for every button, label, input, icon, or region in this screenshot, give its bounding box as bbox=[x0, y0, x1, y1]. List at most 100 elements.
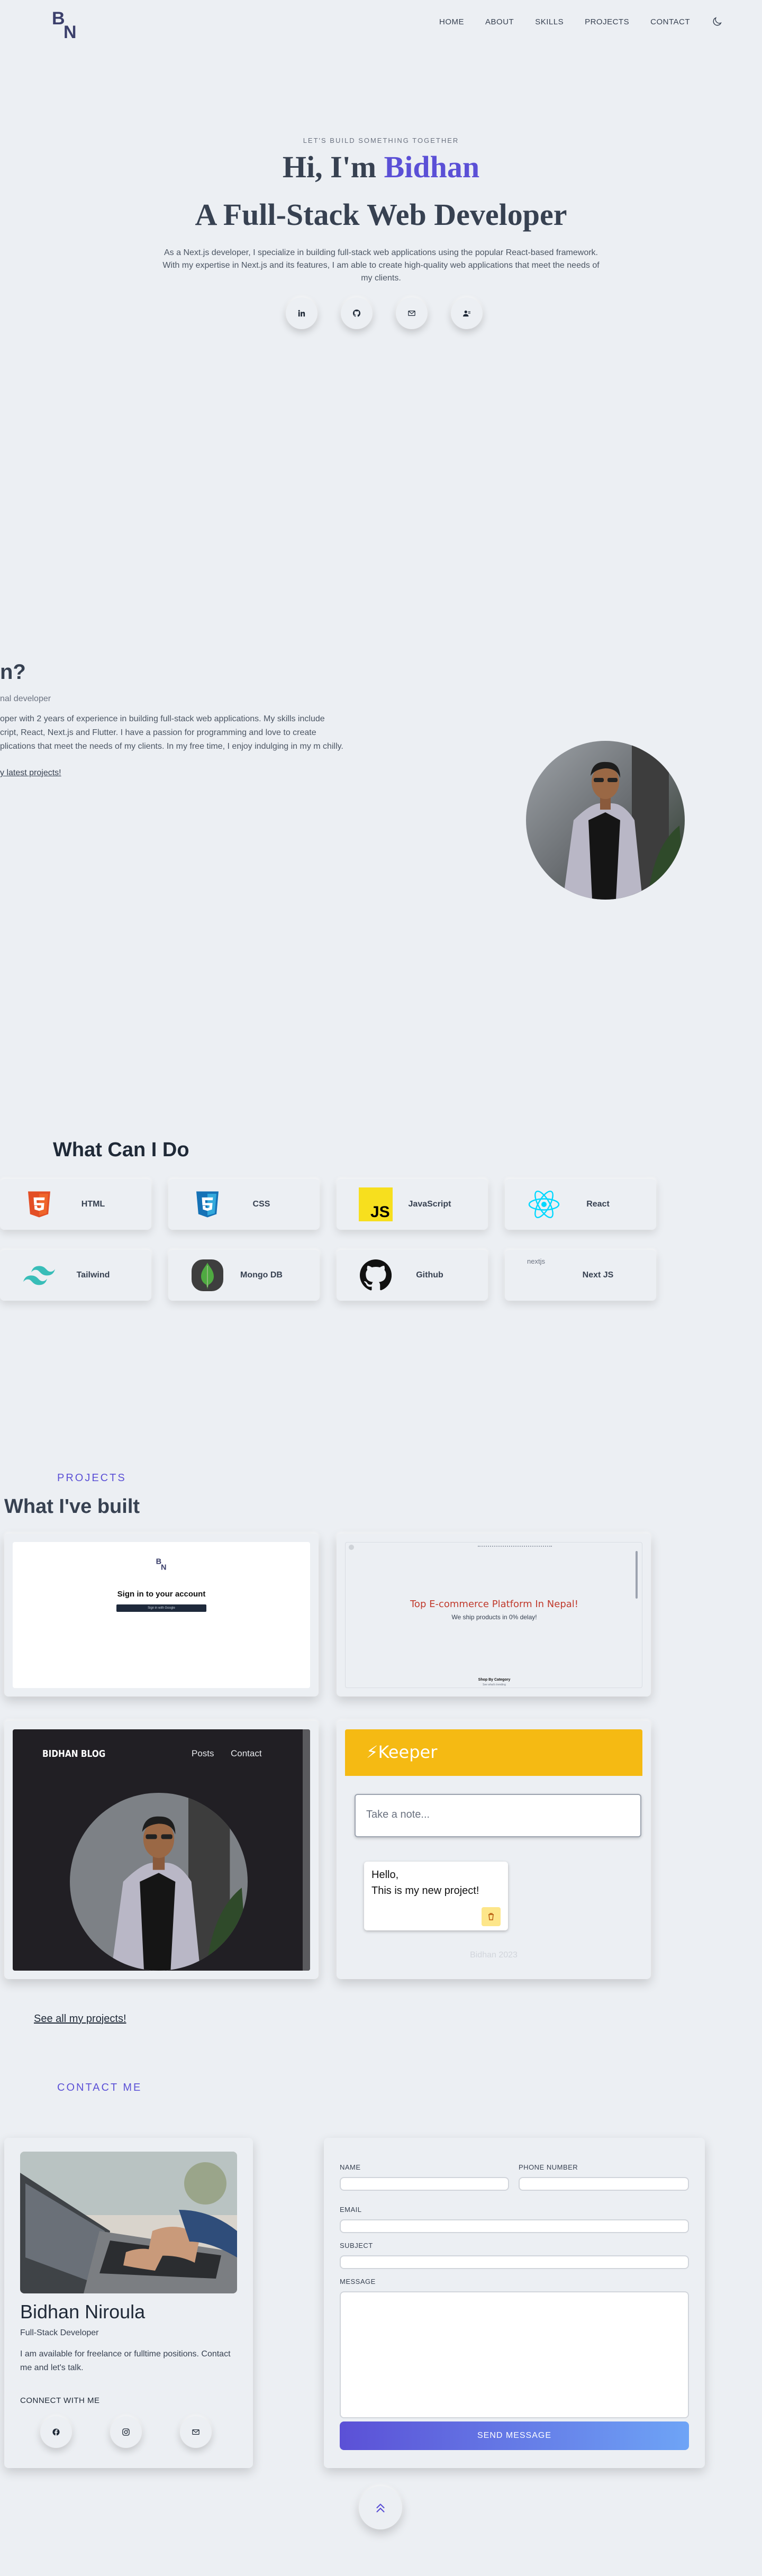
keeper-note-card: Hello, This is my new project! bbox=[364, 1862, 508, 1930]
see-all-projects-link[interactable]: See all my projects! bbox=[34, 2013, 126, 2025]
mongodb-icon bbox=[190, 1258, 224, 1292]
svg-text:N: N bbox=[64, 22, 77, 42]
project-preview: BIDHAN BLOG Posts Contact bbox=[13, 1729, 310, 1971]
scroll-to-top-button[interactable] bbox=[359, 2486, 402, 2529]
contact-form: NAME PHONE NUMBER EMAIL SUBJECT MESSAGE … bbox=[324, 2138, 705, 2468]
instagram-icon bbox=[122, 2428, 130, 2436]
name-label: NAME bbox=[340, 2163, 361, 2171]
message-label: MESSAGE bbox=[340, 2278, 376, 2285]
contact-info-card: Bidhan Niroula Full-Stack Developer I am… bbox=[4, 2138, 253, 2468]
phone-field[interactable] bbox=[519, 2177, 689, 2191]
facebook-button[interactable] bbox=[40, 2416, 72, 2448]
subject-field[interactable] bbox=[340, 2255, 689, 2269]
laptop-photo bbox=[20, 2152, 237, 2293]
nav-projects[interactable]: PROJECTS bbox=[585, 17, 629, 26]
send-message-button[interactable]: SEND MESSAGE bbox=[340, 2421, 689, 2450]
nav-contact[interactable]: CONTACT bbox=[650, 17, 690, 26]
contact-socials bbox=[40, 2416, 212, 2448]
keeper-footer: Bidhan 2023 bbox=[470, 1951, 518, 1960]
nextjs-icon: nextjs bbox=[527, 1257, 561, 1291]
mail-icon bbox=[408, 311, 415, 316]
skill-card-javascript: JS JavaScript bbox=[337, 1179, 488, 1230]
ecommerce-footer: Shop By Category bbox=[478, 1678, 511, 1682]
signin-google-button: Sign in with Google bbox=[116, 1604, 206, 1612]
projects-kicker: PROJECTS bbox=[57, 1472, 126, 1484]
skill-label: Tailwind bbox=[76, 1271, 110, 1280]
blog-brand: BIDHAN BLOG bbox=[42, 1748, 106, 1759]
preview-dot bbox=[349, 1545, 354, 1550]
hero-greeting: Hi, I'm Bidhan bbox=[0, 149, 762, 185]
hero-description: As a Next.js developer, I specialize in … bbox=[162, 248, 600, 283]
contact-blurb: I am available for freelance or fulltime… bbox=[20, 2350, 231, 2372]
moon-icon[interactable] bbox=[711, 16, 723, 28]
ecommerce-sub: We ship products in 0% delay! bbox=[451, 1613, 537, 1621]
react-icon bbox=[527, 1187, 561, 1221]
keeper-brand: ⚡Keeper bbox=[366, 1742, 438, 1762]
greeting-text: Hi, I'm bbox=[282, 150, 384, 184]
svg-text:B: B bbox=[52, 8, 65, 29]
preview-logo: B N bbox=[156, 1557, 167, 1572]
linkedin-icon bbox=[298, 310, 305, 317]
keeper-note-input: Take a note... bbox=[355, 1794, 641, 1837]
skill-card-mongodb: Mongo DB bbox=[168, 1250, 320, 1301]
projects-heading: What I've built bbox=[4, 1495, 140, 1518]
svg-text:JS: JS bbox=[370, 1203, 390, 1221]
nav-home[interactable]: HOME bbox=[439, 17, 464, 26]
email-button[interactable] bbox=[180, 2416, 212, 2448]
latest-projects-link[interactable]: y latest projects! bbox=[0, 768, 61, 778]
ecommerce-footer2: See what's trending bbox=[483, 1683, 506, 1686]
broken-image-alt: nextjs bbox=[527, 1257, 545, 1265]
project-card-signin[interactable]: B N Sign in to your account Sign in with… bbox=[4, 1534, 319, 1697]
tailwind-icon bbox=[22, 1258, 56, 1292]
double-chevron-up-icon bbox=[376, 2504, 385, 2512]
about-paragraph: oper with 2 years of experience in build… bbox=[0, 714, 343, 751]
skill-card-html: HTML bbox=[0, 1179, 151, 1230]
project-card-ecommerce[interactable]: Top E-commerce Platform In Nepal! We shi… bbox=[337, 1534, 651, 1697]
skill-label: Next JS bbox=[582, 1271, 614, 1280]
hero-title: A Full-Stack Web Developer bbox=[195, 197, 567, 232]
blog-portrait bbox=[70, 1793, 248, 1971]
html5-icon bbox=[22, 1187, 56, 1221]
nav-skills[interactable]: SKILLS bbox=[535, 17, 564, 26]
skill-card-nextjs: nextjs Next JS bbox=[505, 1250, 656, 1301]
connect-label: CONNECT WITH ME bbox=[20, 2396, 100, 2405]
preview-scrollbar bbox=[303, 1729, 310, 1971]
svg-text:B: B bbox=[156, 1557, 162, 1566]
preview-nav bbox=[478, 1546, 552, 1548]
email-button[interactable] bbox=[396, 297, 428, 329]
email-label: EMAIL bbox=[340, 2206, 362, 2214]
nav-about[interactable]: ABOUT bbox=[485, 17, 514, 26]
instagram-button[interactable] bbox=[110, 2416, 142, 2448]
github-icon bbox=[353, 310, 360, 317]
skill-label: Github bbox=[416, 1271, 443, 1280]
facebook-icon bbox=[52, 2428, 60, 2436]
linkedin-button[interactable] bbox=[286, 297, 318, 329]
email-field[interactable] bbox=[340, 2219, 689, 2233]
about-subheading: nal developer bbox=[0, 694, 51, 703]
portrait-photo bbox=[526, 741, 685, 900]
project-card-blog[interactable]: BIDHAN BLOG Posts Contact bbox=[4, 1721, 319, 1979]
keeper-note-body: This is my new project! bbox=[371, 1885, 479, 1897]
github-button[interactable] bbox=[341, 297, 373, 329]
contact-card-button[interactable] bbox=[451, 297, 483, 329]
logo[interactable]: B N bbox=[49, 5, 86, 42]
message-field[interactable] bbox=[340, 2291, 689, 2418]
name-field[interactable] bbox=[340, 2177, 509, 2191]
skill-label: JavaScript bbox=[408, 1200, 451, 1209]
contact-kicker: CONTACT ME bbox=[57, 2082, 142, 2093]
hero-socials bbox=[286, 297, 483, 329]
svg-text:N: N bbox=[161, 1564, 167, 1572]
javascript-icon: JS bbox=[359, 1187, 393, 1221]
keeper-note-title: Hello, bbox=[371, 1869, 399, 1881]
keeper-placeholder: Take a note... bbox=[366, 1809, 430, 1820]
project-preview: Top E-commerce Platform In Nepal! We shi… bbox=[345, 1542, 642, 1688]
blog-link-posts: Posts bbox=[192, 1748, 214, 1758]
contact-role: Full-Stack Developer bbox=[20, 2328, 99, 2337]
hero-name: Bidhan bbox=[384, 150, 480, 184]
skill-label: HTML bbox=[81, 1200, 105, 1209]
project-preview: B N Sign in to your account Sign in with… bbox=[13, 1542, 310, 1688]
project-card-keeper[interactable]: ⚡Keeper Take a note... Hello, This is my… bbox=[337, 1721, 651, 1979]
skills-heading: What Can I Do bbox=[53, 1139, 189, 1161]
github-icon bbox=[359, 1258, 393, 1292]
mail-icon bbox=[192, 2429, 199, 2435]
